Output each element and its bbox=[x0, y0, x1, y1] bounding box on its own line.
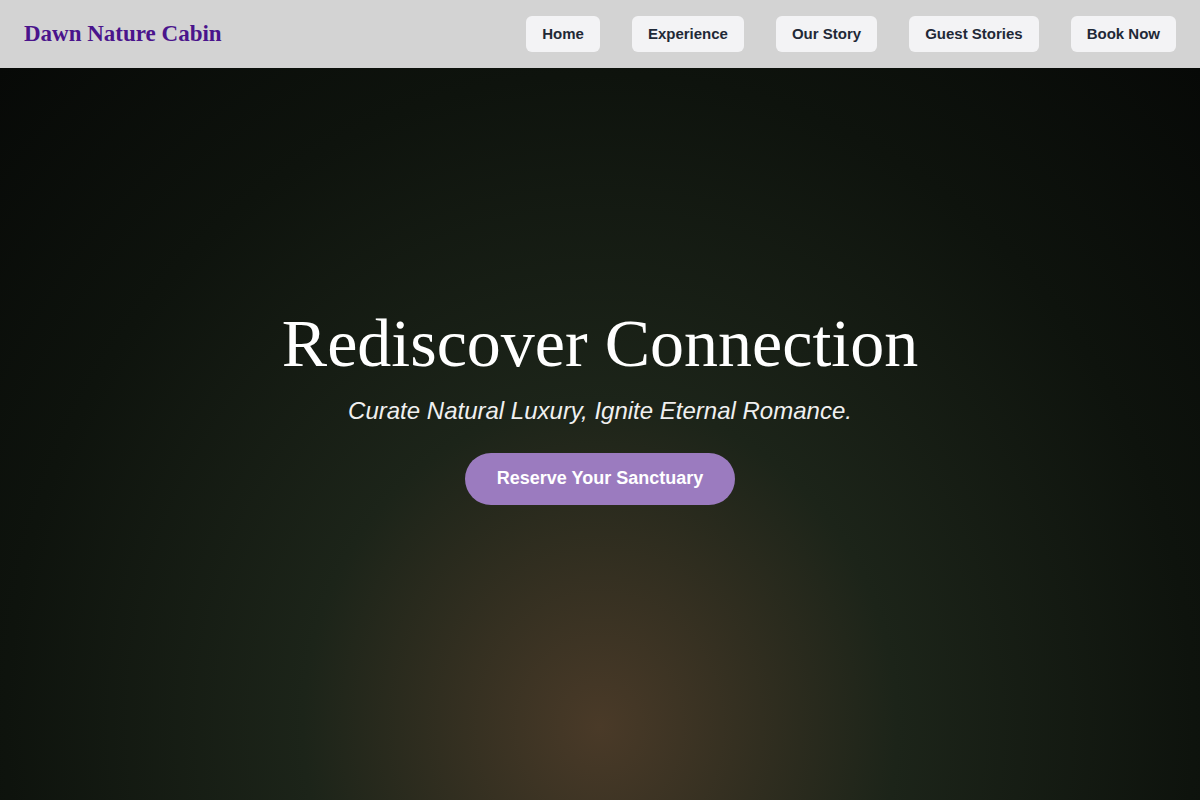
nav-button[interactable]: Book Now bbox=[1071, 16, 1176, 52]
hero-title: Rediscover Connection bbox=[282, 306, 918, 381]
hero-subtitle: Curate Natural Luxury, Ignite Eternal Ro… bbox=[348, 393, 852, 429]
site-header: Dawn Nature Cabin Home Experience Our Story… bbox=[0, 0, 1200, 68]
reserve-button[interactable]: Reserve Your Sanctuary bbox=[465, 453, 735, 505]
nav-button[interactable]: Our Story bbox=[776, 16, 877, 52]
page: Dawn Nature Cabin Home Experience Our Story… bbox=[0, 0, 1200, 800]
nav-button[interactable]: Guest Stories bbox=[909, 16, 1039, 52]
nav-button[interactable]: Home bbox=[526, 16, 600, 52]
main-nav: Home Experience Our Story Guest Stories Book… bbox=[526, 16, 1176, 52]
hero: Rediscover Connection Curate Natural Luxu… bbox=[0, 68, 1200, 800]
site-logo[interactable]: Dawn Nature Cabin bbox=[24, 17, 222, 52]
nav-button[interactable]: Experience bbox=[632, 16, 744, 52]
